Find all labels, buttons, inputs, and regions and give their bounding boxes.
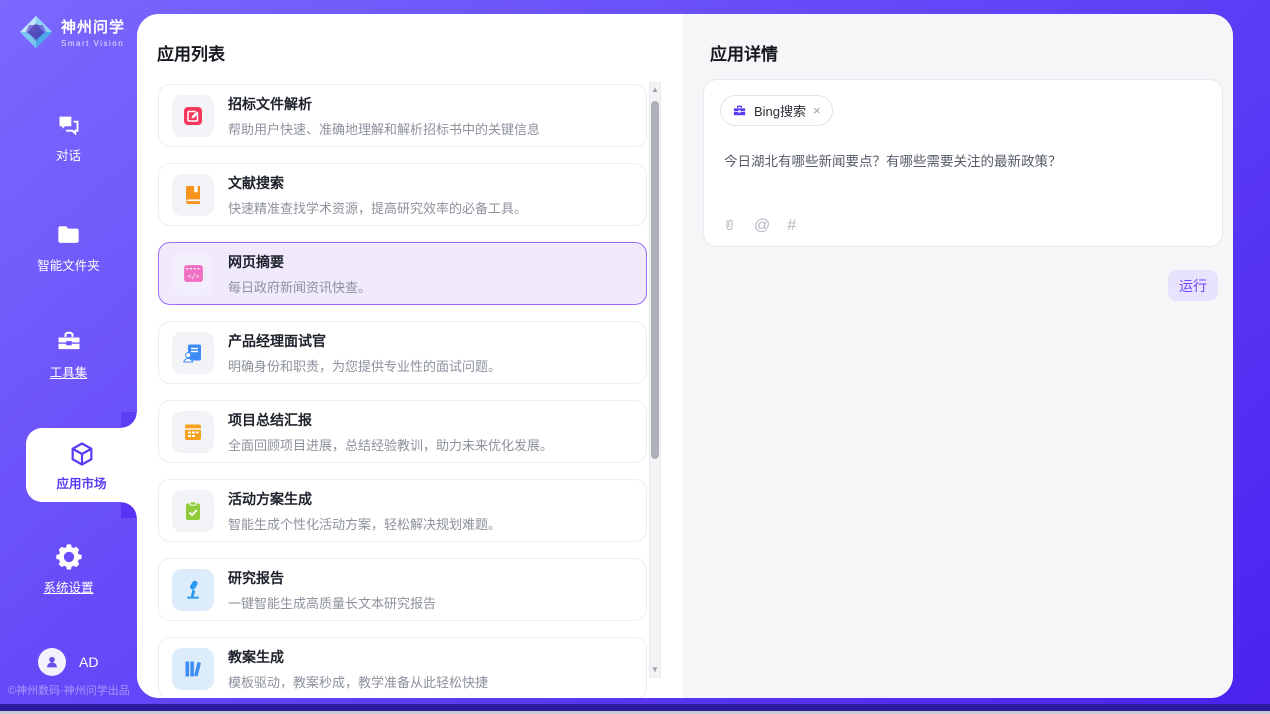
sidebar-item-smart-folder[interactable]: 智能文件夹 — [0, 220, 137, 274]
cube-icon — [26, 439, 137, 469]
sidebar-item-chat[interactable]: 对话 — [0, 110, 137, 164]
gear-icon — [0, 542, 137, 570]
sidebar-item-label: 系统设置 — [0, 577, 137, 596]
user-account[interactable]: AD — [38, 648, 98, 676]
window-bottom-bar — [0, 704, 1270, 711]
composer-card[interactable]: Bing搜索 × 今日湖北有哪些新闻要点？有哪些需要关注的最新政策？ @ # — [703, 79, 1223, 247]
scroll-down-icon[interactable]: ▼ — [650, 663, 660, 677]
sidebar: 神州问学 Smart Vision 对话 智能文件夹 工具集 — [0, 0, 137, 714]
pen-square-icon — [172, 95, 214, 137]
microscope-icon — [172, 569, 214, 611]
user-initials: AD — [79, 654, 98, 670]
briefcase-icon — [732, 103, 747, 118]
app-list-scrollbar[interactable]: ▲ ▼ — [649, 82, 661, 678]
sidebar-item-label: 工具集 — [0, 362, 137, 381]
app-description: 智能生成个性化活动方案，轻松解决规划难题。 — [228, 514, 501, 533]
app-card-web-summary[interactable]: </> 网页摘要 每日政府新闻资讯快查。 — [158, 242, 647, 305]
brand-subtitle: Smart Vision — [61, 39, 125, 48]
app-description: 一键智能生成高质量长文本研究报告 — [228, 593, 436, 612]
app-card-literature-search[interactable]: 文献搜索 快速精准查找学术资源，提高研究效率的必备工具。 — [158, 163, 647, 226]
book-icon — [172, 174, 214, 216]
avatar — [38, 648, 66, 676]
app-details-title: 应用详情 — [710, 40, 778, 65]
chat-icon — [0, 110, 137, 138]
sidebar-item-label: 应用市场 — [26, 473, 137, 492]
app-card-activity-plan[interactable]: 活动方案生成 智能生成个性化活动方案，轻松解决规划难题。 — [158, 479, 647, 542]
run-button[interactable]: 运行 — [1168, 270, 1218, 301]
tool-chip-bing-search[interactable]: Bing搜索 × — [720, 95, 833, 126]
brand-logo: 神州问学 Smart Vision — [18, 14, 125, 50]
mention-icon[interactable]: @ — [754, 218, 770, 234]
sidebar-item-settings[interactable]: 系统设置 — [0, 542, 137, 596]
toolbox-icon — [0, 327, 137, 355]
app-title: 招标文件解析 — [228, 94, 540, 114]
app-description: 帮助用户快速、准确地理解和解析招标书中的关键信息 — [228, 119, 540, 138]
app-title: 研究报告 — [228, 568, 436, 588]
calendar-icon — [172, 411, 214, 453]
app-description: 明确身份和职责，为您提供专业性的面试问题。 — [228, 356, 501, 375]
app-title: 项目总结汇报 — [228, 410, 553, 430]
app-description: 每日政府新闻资讯快查。 — [228, 277, 371, 296]
app-card-pm-interviewer[interactable]: 产品经理面试官 明确身份和职责，为您提供专业性的面试问题。 — [158, 321, 647, 384]
sidebar-item-label: 智能文件夹 — [0, 255, 137, 274]
browser-code-icon: </> — [172, 253, 214, 295]
composer-toolbar: @ # — [722, 217, 796, 234]
scroll-up-icon[interactable]: ▲ — [650, 83, 660, 97]
main-content: 应用列表 招标文件解析 帮助用户快速、准确地理解和解析招标书中的关键信息 — [137, 14, 1233, 698]
svg-text:</>: </> — [187, 272, 199, 280]
brand-name: 神州问学 — [61, 16, 125, 37]
app-description: 快速精准查找学术资源，提高研究效率的必备工具。 — [228, 198, 527, 217]
app-title: 文献搜索 — [228, 173, 527, 193]
paperclip-icon[interactable] — [722, 217, 737, 234]
app-card-research-report[interactable]: 研究报告 一键智能生成高质量长文本研究报告 — [158, 558, 647, 621]
app-title: 产品经理面试官 — [228, 331, 501, 351]
close-icon[interactable]: × — [813, 104, 821, 117]
app-description: 模板驱动，教案秒成，教学准备从此轻松快捷 — [228, 672, 488, 691]
sidebar-item-label: 对话 — [0, 145, 137, 164]
hash-icon[interactable]: # — [787, 218, 796, 234]
app-card-bid-analysis[interactable]: 招标文件解析 帮助用户快速、准确地理解和解析招标书中的关键信息 — [158, 84, 647, 147]
app-title: 网页摘要 — [228, 252, 371, 272]
question-input[interactable]: 今日湖北有哪些新闻要点？有哪些需要关注的最新政策？ — [724, 150, 1202, 170]
app-card-lesson-plan[interactable]: 教案生成 模板驱动，教案秒成，教学准备从此轻松快捷 — [158, 637, 647, 698]
diamond-logo-icon — [18, 14, 54, 50]
app-details-panel: 应用详情 Bing搜索 × 今日湖北有哪些新闻要点？有哪些需要关注的最新政策？ … — [683, 14, 1233, 698]
tool-chip-label: Bing搜索 — [754, 101, 806, 120]
person-icon — [44, 654, 60, 670]
app-list: 招标文件解析 帮助用户快速、准确地理解和解析招标书中的关键信息 文献搜索 快速精… — [158, 84, 647, 698]
app-title: 活动方案生成 — [228, 489, 501, 509]
books-icon — [172, 648, 214, 690]
person-document-icon — [172, 332, 214, 374]
folder-icon — [0, 220, 137, 248]
scrollbar-thumb[interactable] — [651, 101, 659, 459]
app-card-project-summary[interactable]: 项目总结汇报 全面回顾项目进展，总结经验教训，助力未来优化发展。 — [158, 400, 647, 463]
clipboard-check-icon — [172, 490, 214, 532]
copyright-footer: ©神州数码·神州问学出品 — [8, 682, 130, 698]
app-list-panel: 应用列表 招标文件解析 帮助用户快速、准确地理解和解析招标书中的关键信息 — [137, 14, 683, 698]
sidebar-item-app-market[interactable]: 应用市场 — [26, 428, 137, 502]
sidebar-item-toolset[interactable]: 工具集 — [0, 327, 137, 381]
app-list-title: 应用列表 — [157, 40, 225, 65]
app-title: 教案生成 — [228, 647, 488, 667]
app-description: 全面回顾项目进展，总结经验教训，助力未来优化发展。 — [228, 435, 553, 454]
